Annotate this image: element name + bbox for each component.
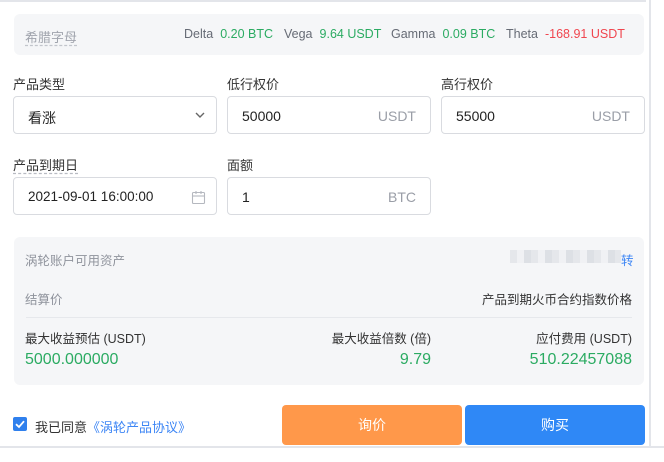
- product-type-label: 产品类型: [13, 77, 66, 92]
- top-divider: [0, 0, 646, 2]
- settlement-label: 结算价: [25, 293, 63, 307]
- amount-label: 面额: [227, 158, 254, 173]
- high-strike-value: 55000: [456, 108, 495, 124]
- high-strike-label: 高行权价: [441, 77, 494, 92]
- max-profit-value: 5000.000000: [25, 351, 119, 368]
- expiry-date-picker[interactable]: 2021-09-01 16:00:00: [13, 177, 217, 215]
- right-divider: [649, 0, 651, 446]
- high-strike-unit: USDT: [591, 108, 630, 124]
- available-assets-label: 涡轮账户可用资产: [25, 254, 126, 268]
- high-strike-input[interactable]: 55000 USDT: [441, 96, 645, 134]
- low-strike-input[interactable]: 50000 USDT: [227, 96, 431, 134]
- max-multiple-label: 最大收益倍数 (倍): [331, 332, 431, 346]
- low-strike-unit: USDT: [377, 108, 416, 124]
- greek-theta-value: -168.91 USDT: [544, 27, 625, 41]
- max-multiple-value: 9.79: [399, 351, 431, 368]
- calendar-icon: [191, 191, 206, 205]
- amount-unit: BTC: [388, 189, 416, 205]
- product-type-select[interactable]: 看涨: [13, 96, 217, 134]
- transfer-link[interactable]: 转: [621, 250, 634, 269]
- greek-vega: Vega 9.64 USDT: [284, 27, 381, 41]
- buy-button[interactable]: 购买: [465, 405, 645, 445]
- greek-theta: Theta -168.91 USDT: [506, 27, 625, 41]
- greek-delta-name: Delta: [184, 27, 214, 41]
- check-icon: [15, 420, 25, 429]
- greeks-panel: 希腊字母 Delta 0.20 BTC Vega 9.64 USDT Gamma 0.…: [14, 14, 644, 55]
- fee-label: 应付费用 (USDT): [536, 332, 632, 346]
- agreement-checkbox[interactable]: [13, 417, 27, 431]
- greek-vega-name: Vega: [284, 27, 313, 41]
- settlement-value: 产品到期火币合约指数价格: [481, 293, 632, 307]
- inquiry-button[interactable]: 询价: [282, 405, 462, 445]
- bottom-divider: [0, 446, 664, 448]
- fee-value: 510.22457088: [529, 351, 632, 368]
- agreement-link[interactable]: 《涡轮产品协议》: [87, 420, 191, 435]
- expiry-value: 2021-09-01 16:00:00: [28, 189, 154, 204]
- greek-theta-name: Theta: [506, 27, 538, 41]
- summary-panel: 涡轮账户可用资产 转 结算价 产品到期火币合约指数价格 最大收益预估 (USDT…: [14, 237, 644, 385]
- greek-vega-value: 9.64 USDT: [319, 27, 382, 41]
- agreement-text: 我已同意《涡轮产品协议》: [35, 417, 191, 436]
- low-strike-label: 低行权价: [227, 77, 280, 92]
- greek-gamma: Gamma 0.09 BTC: [391, 27, 495, 41]
- max-profit-label: 最大收益预估 (USDT): [25, 332, 146, 346]
- low-strike-value: 50000: [242, 108, 281, 124]
- summary-divider: [26, 317, 632, 318]
- expiry-label[interactable]: 产品到期日: [13, 155, 78, 174]
- product-type-value: 看涨: [28, 110, 56, 126]
- available-assets-value-redacted: [510, 250, 621, 263]
- greek-gamma-name: Gamma: [391, 27, 436, 41]
- chevron-down-icon: [195, 112, 205, 118]
- greeks-title[interactable]: 希腊字母: [25, 27, 77, 46]
- amount-value: 1: [242, 189, 250, 205]
- greek-delta-value: 0.20 BTC: [220, 27, 273, 41]
- greek-gamma-value: 0.09 BTC: [442, 27, 496, 41]
- agreement-prefix: 我已同意: [35, 420, 88, 435]
- amount-input[interactable]: 1 BTC: [227, 177, 431, 215]
- greek-delta: Delta 0.20 BTC: [184, 27, 273, 41]
